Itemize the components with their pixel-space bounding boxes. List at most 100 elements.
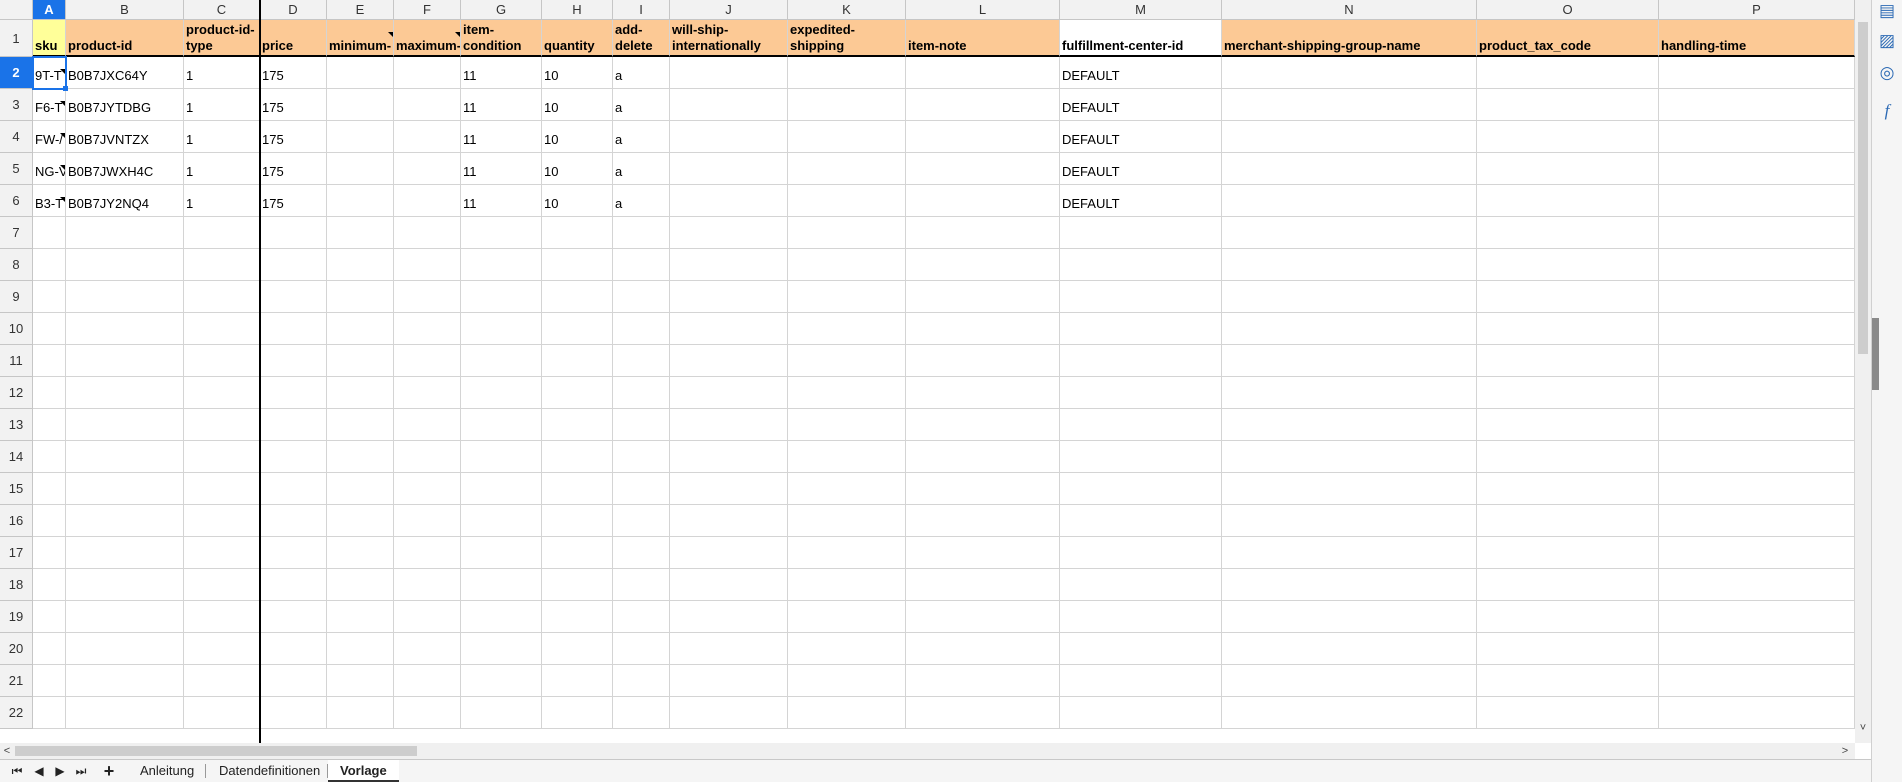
add-sheet-button[interactable]: + <box>100 762 118 780</box>
column-header-g[interactable]: G <box>461 0 542 20</box>
header-cell-e[interactable]: minimum- <box>327 20 394 57</box>
gallery-icon[interactable]: ▨ <box>1876 30 1898 52</box>
cell[interactable] <box>906 249 1060 281</box>
cell[interactable] <box>461 409 542 441</box>
cell[interactable] <box>906 633 1060 665</box>
header-cell-c[interactable]: product-id-type <box>184 20 260 57</box>
data-cell[interactable] <box>670 121 788 153</box>
row-header-2[interactable]: 2 <box>0 57 33 89</box>
cell[interactable] <box>327 569 394 601</box>
cell[interactable] <box>1659 345 1855 377</box>
cell[interactable] <box>461 441 542 473</box>
cell[interactable] <box>788 249 906 281</box>
header-cell-j[interactable]: will-ship-internationally <box>670 20 788 57</box>
column-header-a[interactable]: A <box>33 0 66 20</box>
cell[interactable] <box>670 505 788 537</box>
cell[interactable] <box>33 633 66 665</box>
cell[interactable] <box>1659 697 1855 729</box>
data-cell[interactable] <box>788 121 906 153</box>
previous-sheet-button[interactable]: ◀ <box>30 762 48 780</box>
data-cell[interactable] <box>394 57 461 89</box>
cell[interactable] <box>1060 537 1222 569</box>
cell[interactable] <box>1060 249 1222 281</box>
row-header-12[interactable]: 12 <box>0 377 33 409</box>
cell[interactable] <box>1477 601 1659 633</box>
data-cell[interactable]: 175 <box>260 89 327 121</box>
row-header-18[interactable]: 18 <box>0 569 33 601</box>
cell[interactable] <box>1659 505 1855 537</box>
data-cell[interactable]: 1 <box>184 89 260 121</box>
data-cell[interactable] <box>1659 121 1855 153</box>
cell[interactable] <box>461 473 542 505</box>
cell[interactable] <box>613 633 670 665</box>
cell[interactable] <box>613 473 670 505</box>
header-cell-l[interactable]: item-note <box>906 20 1060 57</box>
column-header-i[interactable]: I <box>613 0 670 20</box>
cell[interactable] <box>33 377 66 409</box>
cell[interactable] <box>66 249 184 281</box>
data-cell[interactable]: DEFAULT <box>1060 153 1222 185</box>
cell[interactable] <box>1060 281 1222 313</box>
cell[interactable] <box>33 345 66 377</box>
cell[interactable] <box>1659 281 1855 313</box>
scroll-down-arrow[interactable]: ˅ <box>1855 720 1871 736</box>
cell[interactable] <box>542 601 613 633</box>
cell[interactable] <box>260 377 327 409</box>
data-cell[interactable]: B0B7JYTDBG <box>66 89 184 121</box>
data-cell[interactable]: 10 <box>542 89 613 121</box>
cell[interactable] <box>1222 313 1477 345</box>
tab-vorlage[interactable]: Vorlage <box>328 760 399 782</box>
data-cell[interactable]: 175 <box>260 185 327 217</box>
cell[interactable] <box>1060 601 1222 633</box>
data-cell[interactable] <box>394 89 461 121</box>
cell[interactable] <box>33 473 66 505</box>
data-cell[interactable]: 11 <box>461 57 542 89</box>
cell[interactable] <box>1060 697 1222 729</box>
cell[interactable] <box>1222 633 1477 665</box>
data-cell[interactable] <box>906 121 1060 153</box>
cell[interactable] <box>394 601 461 633</box>
cell[interactable] <box>66 345 184 377</box>
cell[interactable] <box>461 505 542 537</box>
cell[interactable] <box>461 345 542 377</box>
cell[interactable] <box>394 345 461 377</box>
data-cell[interactable]: 10 <box>542 185 613 217</box>
cell[interactable] <box>394 313 461 345</box>
row-header-9[interactable]: 9 <box>0 281 33 313</box>
cell[interactable] <box>906 665 1060 697</box>
next-sheet-button[interactable]: ▶ <box>51 762 69 780</box>
data-cell[interactable] <box>788 57 906 89</box>
header-cell-f[interactable]: maximum- <box>394 20 461 57</box>
cell[interactable] <box>1477 313 1659 345</box>
data-cell[interactable] <box>788 185 906 217</box>
row-header-13[interactable]: 13 <box>0 409 33 441</box>
header-cell-o[interactable]: product_tax_code <box>1477 20 1659 57</box>
cell[interactable] <box>906 217 1060 249</box>
cell[interactable] <box>1222 665 1477 697</box>
cell[interactable] <box>327 217 394 249</box>
cell[interactable] <box>461 697 542 729</box>
cell[interactable] <box>1477 249 1659 281</box>
row-header-15[interactable]: 15 <box>0 473 33 505</box>
cell[interactable] <box>394 569 461 601</box>
cell[interactable] <box>670 409 788 441</box>
cell[interactable] <box>906 441 1060 473</box>
cell[interactable] <box>670 665 788 697</box>
cell[interactable] <box>461 377 542 409</box>
cell[interactable] <box>788 313 906 345</box>
fill-handle[interactable] <box>63 86 68 91</box>
cell[interactable] <box>1659 249 1855 281</box>
cell[interactable] <box>1222 409 1477 441</box>
data-cell[interactable] <box>1222 121 1477 153</box>
cell[interactable] <box>788 441 906 473</box>
cell[interactable] <box>260 281 327 313</box>
cell[interactable] <box>66 505 184 537</box>
cell[interactable] <box>1222 377 1477 409</box>
row-header-5[interactable]: 5 <box>0 153 33 185</box>
cell[interactable] <box>542 569 613 601</box>
data-cell[interactable]: 1 <box>184 57 260 89</box>
select-all-corner[interactable] <box>0 0 33 20</box>
row-header-4[interactable]: 4 <box>0 121 33 153</box>
cell[interactable] <box>542 377 613 409</box>
data-cell[interactable] <box>1222 185 1477 217</box>
